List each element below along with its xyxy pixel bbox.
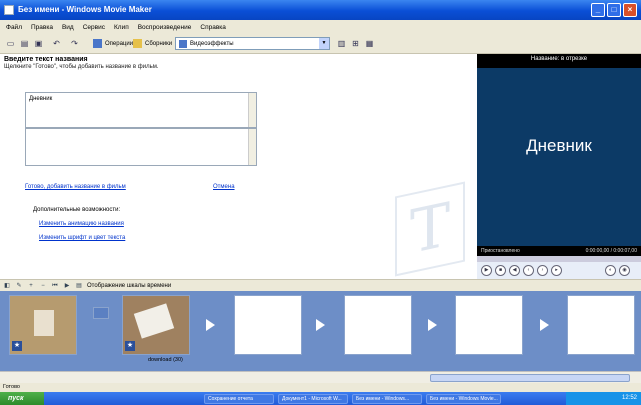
play-storyboard-icon[interactable]: ▶ xyxy=(63,282,71,290)
taskbar: пуск Сохранение отчета Документ1 - Micro… xyxy=(0,392,641,405)
stop-icon[interactable]: ■ xyxy=(495,265,506,276)
transition-arrow-icon[interactable] xyxy=(428,319,437,331)
title-watermark-icon: T xyxy=(395,181,465,277)
system-tray: 12:52 xyxy=(566,392,641,405)
preview-title: Название: в отрезке xyxy=(530,56,588,62)
taskbar-item-2[interactable]: Документ1 - Microsoft W... xyxy=(278,393,348,404)
transition-1[interactable] xyxy=(93,307,109,319)
taskbar-item-3[interactable]: Без имени - Windows... xyxy=(352,393,422,404)
minimize-button[interactable]: _ xyxy=(591,3,605,17)
more-options-label: Дополнительные возможности: xyxy=(33,207,121,213)
split-icon[interactable]: ◐ xyxy=(605,265,616,276)
collection-icon xyxy=(179,39,187,48)
preview-time: 0:00:00,00 / 0:00:07,00 xyxy=(585,248,637,254)
storyboard-scrollbar[interactable] xyxy=(0,371,641,383)
preview-controls: ▶ ■ ◀ ‹ › ▸ ◐ ◉ xyxy=(477,262,641,279)
save-project-icon[interactable]: ▣ xyxy=(32,37,45,50)
preview-monitor: Название: в отрезке Дневник Приостановле… xyxy=(477,54,641,279)
tasks-icon xyxy=(93,39,102,48)
app-icon xyxy=(4,5,14,15)
title-bar: Без имени - Windows Movie Maker _ □ × xyxy=(0,0,641,20)
menu-help[interactable]: Справка xyxy=(200,24,226,31)
narrate-icon[interactable]: ✎ xyxy=(15,282,23,290)
chevron-down-icon[interactable]: ▼ xyxy=(319,38,329,49)
cancel-link[interactable]: Отмена xyxy=(213,184,235,190)
menu-edit[interactable]: Правка xyxy=(31,24,53,31)
change-animation-link[interactable]: Изменить анимацию названия xyxy=(39,221,124,227)
transition-arrow-icon[interactable] xyxy=(540,319,549,331)
timeline-icon[interactable]: ▤ xyxy=(75,282,83,290)
menu-play[interactable]: Воспроизведение xyxy=(138,24,192,31)
clip-slot-3[interactable] xyxy=(234,295,302,355)
window-controls: _ □ × xyxy=(591,3,637,17)
audio-levels-icon[interactable]: ◧ xyxy=(3,282,11,290)
clip-2-thumbnail xyxy=(133,303,175,339)
clip-slot-6[interactable] xyxy=(567,295,635,355)
collection-combo-value: Видеоэффекты xyxy=(190,40,234,47)
menu-tools[interactable]: Сервис xyxy=(83,24,105,31)
views-icon[interactable]: ▦ xyxy=(363,37,376,50)
forward-icon[interactable]: ▸ xyxy=(551,265,562,276)
open-project-icon[interactable]: ▤ xyxy=(18,37,31,50)
close-button[interactable]: × xyxy=(623,3,637,17)
taskbar-item-4[interactable]: Без имени - Windows Movie... xyxy=(426,393,501,404)
undo-icon[interactable]: ↶ xyxy=(50,37,63,50)
title-text-input[interactable]: Дневник xyxy=(25,92,257,128)
title-text-value: Дневник xyxy=(29,96,53,102)
subtitle-text-scrollbar[interactable] xyxy=(248,129,256,165)
zoom-in-icon[interactable]: + xyxy=(27,282,35,290)
transition-arrow-icon[interactable] xyxy=(316,319,325,331)
task-hint: Щелкните "Готово", чтобы добавить назван… xyxy=(4,64,159,70)
taskbar-item-1[interactable]: Сохранение отчета xyxy=(204,393,274,404)
new-project-icon[interactable]: ▭ xyxy=(4,37,17,50)
title-text-scrollbar[interactable] xyxy=(248,93,256,127)
snapshot-icon[interactable]: ◉ xyxy=(619,265,630,276)
rewind-storyboard-icon[interactable]: ⏮ xyxy=(51,282,59,290)
change-font-link[interactable]: Изменить шрифт и цвет текста xyxy=(39,235,125,241)
play-icon[interactable]: ▶ xyxy=(481,265,492,276)
clock: 12:52 xyxy=(621,395,637,401)
scrollbar-thumb[interactable] xyxy=(430,374,630,382)
collection-combo[interactable]: Видеоэффекты ▼ xyxy=(175,37,330,50)
maximize-button[interactable]: □ xyxy=(607,3,621,17)
clip-2-star-icon: ★ xyxy=(125,341,135,351)
status-text: Готово xyxy=(3,384,20,390)
preview-screen: Дневник xyxy=(477,68,641,246)
task-title: Введите текст названия xyxy=(4,56,88,63)
window-title: Без имени - Windows Movie Maker xyxy=(18,5,152,14)
menu-bar: Файл Правка Вид Сервис Клип Воспроизведе… xyxy=(0,20,641,34)
status-bar: Готово xyxy=(0,383,641,392)
clip-2-label: download (30) xyxy=(148,357,183,363)
zoom-out-icon[interactable]: − xyxy=(39,282,47,290)
tasks-label: Операции xyxy=(105,40,134,47)
folder-icon xyxy=(133,39,142,48)
toolbar: ▭ ▤ ▣ ↶ ↷ Операции Сборники Видеоэффекты… xyxy=(0,34,641,54)
show-timeline-button[interactable]: Отображение шкалы времени xyxy=(87,283,171,289)
rewind-icon[interactable]: ◀ xyxy=(509,265,520,276)
clip-slot-4[interactable] xyxy=(344,295,412,355)
preview-text: Дневник xyxy=(526,136,592,155)
preview-status: Приостановлено xyxy=(481,248,520,254)
previous-frame-icon[interactable]: ‹ xyxy=(523,265,534,276)
preview-status-bar: Приостановлено 0:00:00,00 / 0:00:07,00 xyxy=(477,246,641,256)
done-link[interactable]: Готово, добавить название в фильм xyxy=(25,184,126,190)
storyboard-toolbar: ◧ ✎ + − ⏮ ▶ ▤ Отображение шкалы времени xyxy=(0,279,641,291)
menu-file[interactable]: Файл xyxy=(6,24,22,31)
start-button[interactable]: пуск xyxy=(0,392,44,405)
next-frame-icon[interactable]: › xyxy=(537,265,548,276)
redo-icon[interactable]: ↷ xyxy=(68,37,81,50)
menu-clip[interactable]: Клип xyxy=(114,24,129,31)
subtitle-text-input[interactable] xyxy=(25,128,257,166)
new-folder-icon[interactable]: ⊞ xyxy=(349,37,362,50)
collections-label: Сборники xyxy=(145,40,173,47)
transition-arrow-icon[interactable] xyxy=(206,319,215,331)
clip-1-star-icon: ★ xyxy=(12,341,22,351)
up-level-icon[interactable]: ▥ xyxy=(335,37,348,50)
storyboard: ★ ★ download (30) xyxy=(0,291,641,371)
menu-view[interactable]: Вид xyxy=(62,24,74,31)
clip-1-thumbnail xyxy=(34,310,54,336)
collections-button[interactable]: Сборники xyxy=(130,37,175,50)
clip-slot-5[interactable] xyxy=(455,295,523,355)
